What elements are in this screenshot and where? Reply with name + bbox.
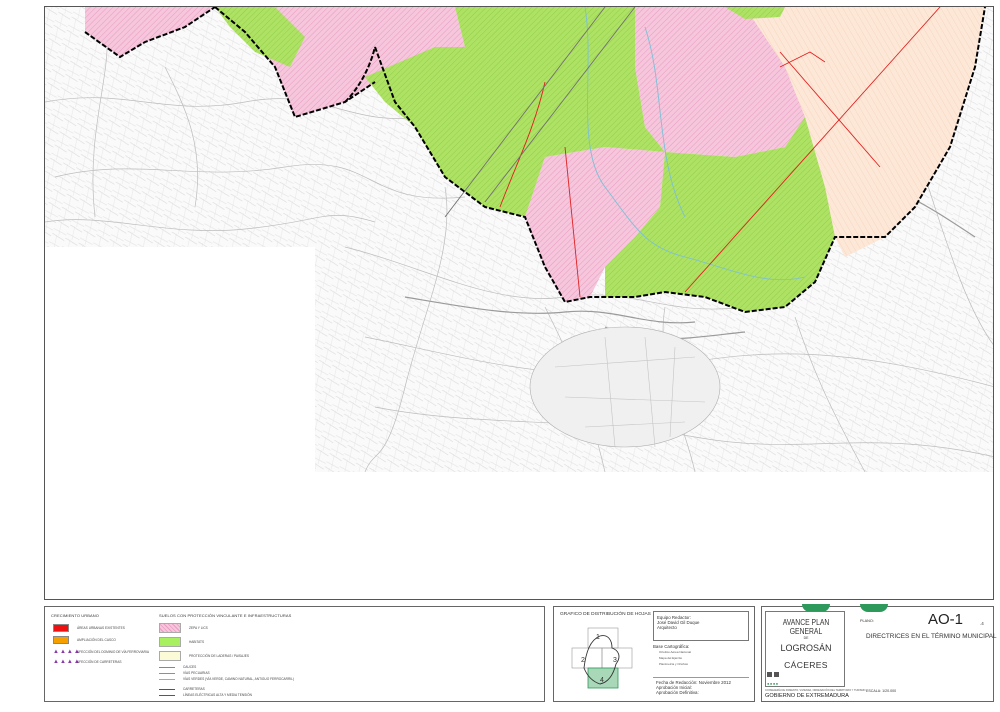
legend-label: HABITATS	[189, 640, 205, 644]
vias-verdes-line	[159, 678, 175, 680]
sheet-index-map[interactable]: 1 2 3 4	[570, 622, 634, 700]
legend-label: LÍNEAS ELÉCTRICAS ALTA Y MEDIA TENSIÓN	[183, 693, 252, 697]
map-view[interactable]	[44, 6, 994, 600]
consejeria-text: CONSEJERÍA DE FOMENTO, VIVIENDA, ORDENAC…	[765, 689, 866, 692]
vias-line	[159, 672, 175, 674]
legend-label: VÍAS PECUARIAS	[183, 671, 210, 675]
date-final: Aprobación Definitiva:	[656, 690, 699, 695]
habitats-swatch	[159, 637, 181, 647]
base-cartografica: Base Cartográfica: Ortofoto Aérea Nacion…	[653, 644, 749, 674]
sheets-title: GRAFICO DE DISTRIBUCIÓN DE HOJAS	[560, 612, 651, 617]
town-name: LOGROSÁN	[780, 643, 832, 653]
legend-protection-heading: SUELOS CON PROTECCIÓN VINCULANTE E INFRA…	[159, 613, 292, 618]
legend-line-vias: VÍAS PECUARIAS	[159, 671, 210, 675]
zepa-swatch	[159, 623, 181, 633]
legend-label: AFECCIÓN DE CARRETERAS	[77, 660, 122, 664]
legend-label: PROTECCIÓN DE LADERAS / PAISAJES	[189, 654, 249, 658]
sheet-number-4[interactable]: 4	[600, 677, 604, 684]
legend-item-habitats: HABITATS	[159, 637, 204, 647]
cauces-line	[159, 666, 175, 668]
scale-text: ESCALA: 1/20.000	[866, 689, 897, 693]
team-box: Equipo Redactor: José David Gil Duque Ar…	[653, 611, 749, 641]
legend-item-rail: ▲▲▲▲ AFECCIÓN DEL DOMINIO DE VÍA FERROVI…	[53, 649, 149, 655]
legend-line-carreteras: CARRETERAS	[159, 687, 205, 691]
plan-code-sub: .4	[980, 621, 984, 626]
base-item: Planimetría y Ortofoto	[659, 662, 689, 666]
sheet-distribution-panel: GRAFICO DE DISTRIBUCIÓN DE HOJAS 1 2 3 4…	[553, 606, 755, 702]
legend-label: VÍAS VERDES (VÍA VERDE, CAMINO NATURAL, …	[183, 677, 294, 681]
plan-title: AVANCE PLAN GENERAL	[782, 618, 830, 636]
legend-label: ZEPA Y LICS	[189, 626, 208, 630]
legend-item-zepa: ZEPA Y LICS	[159, 623, 208, 633]
carreteras-line	[159, 688, 175, 690]
sheet-number-1[interactable]: 1	[596, 634, 600, 641]
triangle-icon: ▲▲▲▲	[53, 649, 81, 655]
legend-item-urban-existing: ÁREAS URBANAS EXISTENTES	[53, 624, 125, 632]
plano-label: PLANO:	[860, 619, 874, 623]
legend-line-cauces: CAUCES	[159, 665, 196, 669]
legend-label: AMPLIACIÓN DEL CASCO	[77, 638, 116, 642]
legend-label: ÁREAS URBANAS EXISTENTES	[77, 626, 125, 630]
sheet-number-2[interactable]: 2	[581, 657, 585, 664]
plan-code: AO-1	[928, 611, 964, 628]
urban-existing-swatch	[53, 624, 69, 632]
institution-logo-icon	[767, 672, 779, 677]
gobierno-text: GOBIERNO DE EXTREMADURA	[765, 693, 849, 699]
map-canvas	[45, 7, 993, 599]
dots-icon: ●●●●	[767, 681, 779, 686]
dates-box: Fecha de Redacción: Noviembre 2012 Aprob…	[653, 677, 749, 701]
legend-label: AFECCIÓN DEL DOMINIO DE VÍA FERROVIARIA	[77, 650, 149, 654]
logo-arc-icon	[860, 604, 888, 612]
legend-line-electricas: LÍNEAS ELÉCTRICAS ALTA Y MEDIA TENSIÓN	[159, 693, 252, 697]
urban-expansion-swatch	[53, 636, 69, 644]
legend-label: CAUCES	[183, 665, 197, 669]
title-block: AVANCE PLAN GENERAL DE LOGROSÁN CÁCERES …	[761, 604, 997, 702]
legend-urban-heading: CRECIMIENTO URBANO	[51, 613, 99, 618]
triangle-icon: ▲▲▲▲	[53, 659, 81, 665]
team-role: Arquitecto	[657, 625, 677, 630]
laderas-swatch	[159, 651, 181, 661]
urban-area	[529, 326, 721, 448]
legend-label: CARRETERAS	[183, 687, 205, 691]
province-name: CÁCERES	[784, 660, 828, 670]
legend-panel: CRECIMIENTO URBANO ÁREAS URBANAS EXISTEN…	[44, 606, 545, 702]
legend-item-laderas: PROTECCIÓN DE LADERAS / PAISAJES	[159, 651, 249, 661]
legend-item-urban-expansion: AMPLIACIÓN DEL CASCO	[53, 636, 116, 644]
electricas-line	[159, 694, 175, 696]
legend-line-vias-verdes: VÍAS VERDES (VÍA VERDE, CAMINO NATURAL, …	[159, 677, 294, 681]
plan-title-de: DE	[803, 636, 809, 640]
sheet-number-3[interactable]: 3	[613, 657, 617, 664]
plan-description: DIRECTRICES EN EL TÉRMINO MUNICIPAL	[866, 633, 997, 640]
legend-item-roads: ▲▲▲▲ AFECCIÓN DE CARRETERAS	[53, 659, 121, 665]
